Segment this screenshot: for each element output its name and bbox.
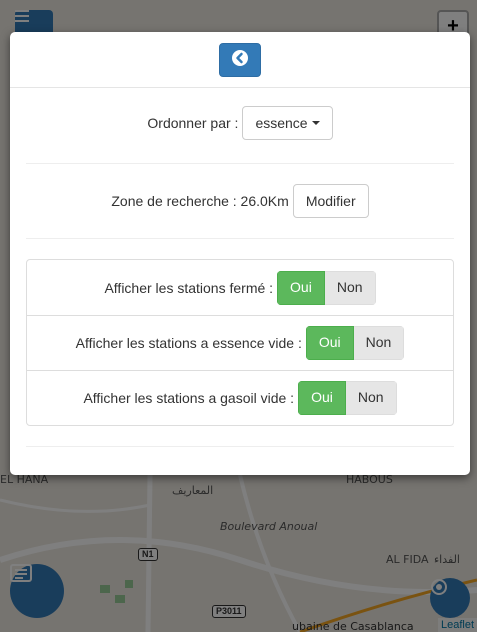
filter-closed-no[interactable]: Non (324, 270, 376, 305)
filter-closed-yes[interactable]: Oui (277, 270, 325, 305)
search-zone-row: Zone de recherche : 26.0Km Modifier (26, 184, 454, 218)
sort-row: Ordonner par : essence (26, 103, 454, 143)
modal-header (10, 32, 470, 88)
filter-closed-toggle[interactable]: Oui Non (277, 270, 376, 305)
divider (26, 163, 454, 164)
modal-body: Ordonner par : essence Zone de recherche… (10, 88, 470, 447)
filter-gasoil-no[interactable]: Non (345, 381, 397, 415)
sort-label: Ordonner par : (147, 115, 239, 131)
filter-row-gasoil-empty: Afficher les stations a gasoil vide : Ou… (27, 370, 453, 425)
filters-panel: Afficher les stations fermé : Oui Non Af… (26, 259, 454, 426)
filter-essence-no[interactable]: Non (353, 326, 405, 360)
search-zone-label: Zone de recherche : 26.0Km (111, 193, 289, 209)
filter-essence-yes[interactable]: Oui (305, 326, 354, 360)
divider (26, 446, 454, 447)
filter-gasoil-yes[interactable]: Oui (298, 381, 346, 415)
filter-gasoil-toggle[interactable]: Oui Non (298, 381, 397, 415)
divider (26, 238, 454, 239)
back-button[interactable] (219, 42, 261, 77)
filter-row-closed: Afficher les stations fermé : Oui Non (27, 260, 453, 315)
filter-row-essence-empty: Afficher les stations a essence vide : O… (27, 315, 453, 370)
filter-closed-label: Afficher les stations fermé : (104, 279, 274, 296)
settings-modal: Ordonner par : essence Zone de recherche… (10, 32, 470, 475)
filter-essence-label: Afficher les stations a essence vide : (75, 335, 302, 351)
caret-down-icon (311, 121, 320, 125)
chevron-left-circle-icon (231, 49, 249, 70)
sort-selected-value: essence (255, 115, 308, 131)
sort-dropdown[interactable]: essence (242, 106, 333, 140)
filter-gasoil-label: Afficher les stations a gasoil vide : (83, 390, 295, 406)
modify-zone-button[interactable]: Modifier (292, 184, 369, 218)
filter-essence-toggle[interactable]: Oui Non (305, 326, 405, 360)
